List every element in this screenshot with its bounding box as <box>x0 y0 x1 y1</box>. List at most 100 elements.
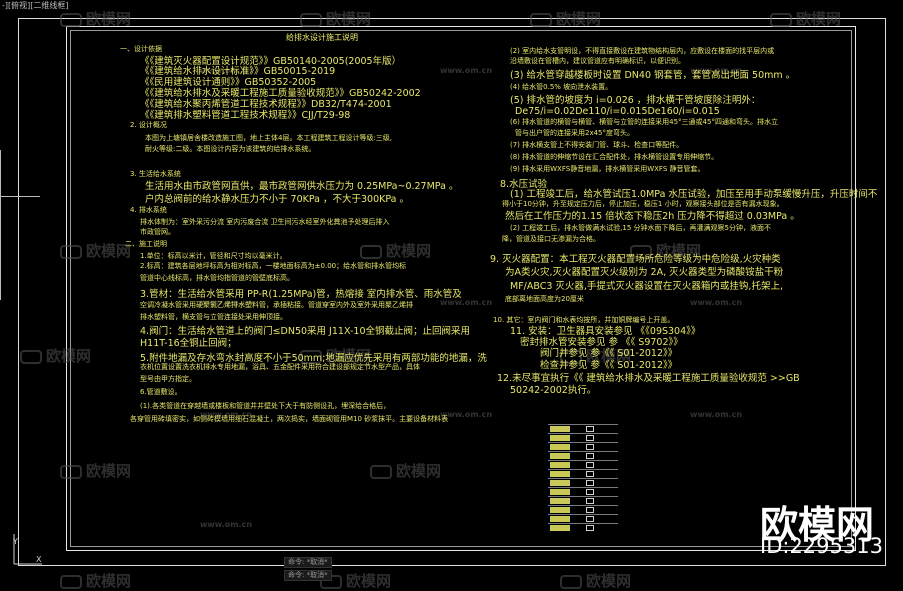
watermark-brand: 欧模网 <box>560 570 631 591</box>
left-note-line: 《《建筑排水塑料管道工程技术规程》》CJJ/T29-98 <box>140 110 351 121</box>
left-note-line: 《《建筑给水排水及采暖工程施工质量验收规范》》GB50242-2002 <box>140 88 421 99</box>
legend-row <box>548 523 618 533</box>
left-note-line: 管道中心线标高，排水管均指管道的管壁底标高。 <box>140 274 294 282</box>
legend-label-block <box>550 480 570 486</box>
right-note-line: 然后在工作压力的1.15 倍状态下稳压2h 压力降不得超过 0.03MPa 。 <box>505 211 800 222</box>
watermark-logo-icon <box>770 12 792 27</box>
legend-label-block <box>550 453 570 459</box>
left-note-line: 2.标高：建筑各层地坪标高为相对标高，一楼地面标高为±0.00；给水管和排水管均… <box>140 262 407 270</box>
left-note-line: 耐火等级:二级。本图设计内容为该建筑的给排水系统。 <box>145 145 316 153</box>
left-note-line: 生活用水由市政管网直供，最市政管网供水压力为 0.25MPa~0.27MPa 。 <box>145 181 459 192</box>
watermark-logo-icon <box>300 12 322 27</box>
right-note-line: 降，管道及接口无渗漏为合格。 <box>502 235 600 243</box>
watermark-logo-icon <box>60 12 82 27</box>
legend-symbol-icon <box>586 435 594 441</box>
watermark-brand: 欧模网 <box>60 240 131 261</box>
right-note-line: 9. 灭火器配置：本工程灭火器配置场所危险等级为中危险级,火灾种类 <box>490 254 781 265</box>
right-note-line: (5) 排水管的坡度为 i=0.026 ，排水横干管坡度除注明外： <box>510 95 761 106</box>
left-note-line: 2. 设计概况 <box>130 121 167 129</box>
right-note-line: (4) 给水管0.5% 坡向泄水装置。 <box>510 83 613 91</box>
legend-symbol-icon <box>586 489 594 495</box>
right-note-line: (2) 工程竣工后，排水管做满水试验,15 分钟水面下降后，再灌满观察5分钟，液… <box>510 224 771 232</box>
legend-label-block <box>550 435 570 441</box>
ucs-x-label: X <box>36 555 42 564</box>
right-note-line: (9) 排水采用WXFS静音地漏，排水横管采用WXFS 静音管套。 <box>510 165 705 173</box>
right-note-line: (3) 给水管穿越楼板时设置 DN40 钢套管，套管高出地面 50mm 。 <box>510 70 796 81</box>
left-note-line: 1.单位：标高以米计，管径和尺寸均以毫米计。 <box>140 252 287 260</box>
watermark-brand: 欧模网 <box>60 8 131 29</box>
watermark-logo-icon <box>60 464 82 479</box>
legend-symbol-icon <box>586 426 594 432</box>
watermark-logo-icon <box>20 349 42 364</box>
watermark-brand: 欧模网 <box>300 8 371 29</box>
legend-symbol-icon <box>586 498 594 504</box>
watermark-url: www.om.cn <box>690 410 743 419</box>
right-note-line: De75/i=0.02De110/i=0.015De160/i=0.015 <box>515 106 720 117</box>
watermark-brand: 欧模网 <box>60 570 131 591</box>
left-note-line: 市政管网。 <box>140 228 175 236</box>
right-note-line: MF/ABC3 灭火器,手提式灭火器设置在灭火器箱内或挂钩,托架上, <box>510 281 783 292</box>
right-note-line: (6) 排水管道的横管与横管、横管与立管的连接采用45°三通或45°四通和弯头。… <box>510 118 778 126</box>
left-note-line: 《《建筑给水聚丙烯管道工程技术规程》》DB32/T474-2001 <box>140 99 392 110</box>
right-note-line: 为A类火灾,灭火器配置灭火级别为 2A, 灭火器类型为磷酸铵盐干粉 <box>505 267 784 278</box>
legend-label-block <box>550 498 570 504</box>
left-note-line: 《《民用建筑设计通则》》GB50352-2005 <box>140 77 317 88</box>
watermark-brand: 欧模网 <box>530 8 601 29</box>
right-note-line: 底部离地面高度为20厘米 <box>505 295 584 303</box>
materials-legend-table <box>548 424 618 532</box>
legend-label-block <box>550 507 570 513</box>
legend-symbol-icon <box>586 453 594 459</box>
left-note-line: 二、施工说明 <box>125 240 167 248</box>
right-note-line: 沿墙敷设在管槽内，建议管道应有明确标识，以便识别。 <box>510 57 685 65</box>
legend-symbol-icon <box>586 471 594 477</box>
legend-symbol-icon <box>586 525 594 531</box>
cursor-crosshair-vertical <box>0 150 1 300</box>
watermark-url: www.om.cn <box>690 298 743 307</box>
watermark-id-label: ID:2295313 <box>760 534 883 558</box>
watermark-logo-icon <box>360 244 382 259</box>
left-note-line: 4.阀门：生活给水管道上的阀门≤DN50采用 J11X-10全铜截止阀；止回阀采… <box>140 326 470 337</box>
watermark-url: www.om.cn <box>200 520 253 529</box>
legend-label-block <box>550 516 570 522</box>
watermark-brand: 欧模网 <box>370 460 441 481</box>
left-note-line: 各穿管用砖填密实，如侧砖模墙用细石混凝土，两次捣实，墙面砌管用M10 砂浆抹平。… <box>130 415 449 423</box>
ucs-y-label: Y <box>12 537 18 546</box>
legend-label-block <box>550 525 570 531</box>
watermark-logo-icon <box>370 464 392 479</box>
right-note-line: 10. 其它：室内阀门和水表均按所，并加铜牌编号上开盖。 <box>493 316 675 324</box>
right-note-line: 50242-2002执行。 <box>510 385 597 396</box>
legend-symbol-icon <box>586 516 594 522</box>
right-note-line: 检查井参见 参《《 S01-2012》》 <box>540 360 678 371</box>
legend-label-block <box>550 444 570 450</box>
legend-label-block <box>550 471 570 477</box>
left-note-line: 空调冷凝水管采用硬聚氯乙烯排水塑料管，承插粘接。管道穿室内外及室外采用聚乙烯排 <box>140 301 413 309</box>
legend-label-block <box>550 462 570 468</box>
left-note-line: 排水塑料管，横支管与立管连接处采用伸顶接。 <box>140 313 287 321</box>
drawing-title: 给排水设计施工说明 <box>286 33 358 42</box>
left-note-line: 3.管材：生活给水管采用 PP-R(1.25MPa)管，热熔接 室内排水管、雨水… <box>140 289 462 300</box>
watermark-brand: 欧模网 <box>360 240 431 261</box>
watermark-brand: 欧模网 <box>770 8 841 29</box>
right-note-line: 12.未尽事宜执行《《 建筑给水排水及采暖工程施工质量验收规范 >>GB <box>497 373 800 384</box>
left-note-line: 衣机位置设置洗衣机排水专用地漏，浴具、五金配件采用符合建设部规定节水型产品，具体 <box>140 363 420 371</box>
command-input-line[interactable]: 命令: *取消* <box>284 570 332 581</box>
legend-label-block <box>550 426 570 432</box>
left-note-line: 《《建筑给水排水设计标准》》GB50015-2019 <box>140 66 336 77</box>
left-note-line: 型号由甲方指定。 <box>140 375 196 383</box>
legend-symbol-icon <box>586 444 594 450</box>
legend-label-block <box>550 489 570 495</box>
left-note-line: 排水体制为：室外采污分流 室内污废合流 卫生间污水经室外化粪池予处理后排入 <box>140 218 390 226</box>
watermark-brand: 欧模网 <box>20 345 91 366</box>
right-note-line: (8) 排水管道的伸缩节设在汇合配件处，排水横管设置专用伸缩节。 <box>510 153 719 161</box>
watermark-brand: 欧模网 <box>60 460 131 481</box>
watermark-url: www.om.cn <box>440 66 493 75</box>
right-note-line: 密封排水管安装参见 参 《《 S9702》》 <box>520 337 683 348</box>
legend-symbol-icon <box>586 480 594 486</box>
left-note-line: 4. 排水系统 <box>130 206 167 214</box>
legend-symbol-icon <box>586 462 594 468</box>
right-note-line: 管与出户管的连接采用2x45°度弯头。 <box>515 129 635 137</box>
right-note-line: 11. 安装：卫生器具安装参见 《《09S304》》 <box>510 326 701 337</box>
right-note-line: (2) 室内给水支管明设，不得直接敷设在建筑物结构层内，应敷设在楼面的找平层内或 <box>510 47 775 55</box>
left-note-line: H11T-16全铜止回阀； <box>140 338 237 349</box>
left-note-line: 3. 生活给水系统 <box>130 170 181 178</box>
